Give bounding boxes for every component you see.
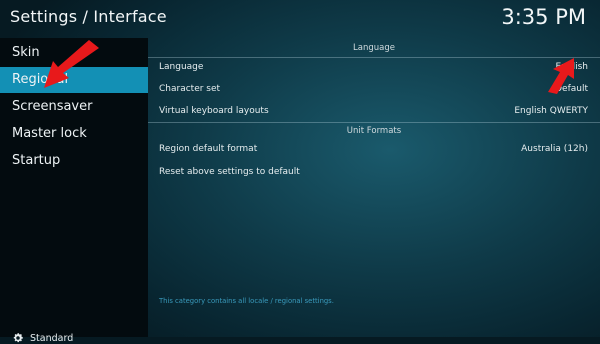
- arrow-icon: [548, 58, 574, 94]
- setting-character-set[interactable]: Character set Default: [148, 79, 600, 101]
- page-title: Settings / Interface: [10, 7, 167, 26]
- setting-label: Character set: [159, 84, 221, 94]
- header: Settings / Interface 3:35 PM: [0, 0, 600, 38]
- settings-panel: Language Language English Character set …: [148, 38, 600, 337]
- sidebar-item-screensaver[interactable]: Screensaver: [0, 94, 148, 120]
- sidebar-item-label: Startup: [12, 153, 61, 168]
- clock: 3:35 PM: [501, 5, 586, 29]
- sidebar-item-startup[interactable]: Startup: [0, 148, 148, 174]
- arrow-icon: [44, 40, 99, 88]
- gear-icon: [13, 333, 23, 343]
- section-header-unit-formats: Unit Formats: [148, 122, 600, 140]
- sidebar-item-label: Screensaver: [12, 99, 93, 114]
- setting-label: Language: [159, 62, 204, 72]
- setting-region-default-format[interactable]: Region default format Australia (12h): [148, 139, 600, 161]
- setting-reset-to-default[interactable]: Reset above settings to default: [148, 162, 600, 184]
- category-hint: This category contains all locale / regi…: [159, 297, 334, 305]
- sidebar-item-master-lock[interactable]: Master lock: [0, 121, 148, 147]
- setting-label: Region default format: [159, 144, 258, 154]
- sidebar-item-label: Master lock: [12, 126, 87, 141]
- setting-label: Reset above settings to default: [159, 167, 300, 177]
- setting-value: English QWERTY: [514, 106, 588, 116]
- setting-virtual-keyboard-layouts[interactable]: Virtual keyboard layouts English QWERTY: [148, 101, 600, 123]
- setting-value: Australia (12h): [521, 144, 588, 154]
- settings-level-label: Standard: [30, 332, 74, 344]
- settings-level-button[interactable]: Standard: [12, 332, 73, 344]
- setting-language[interactable]: Language English: [148, 57, 600, 79]
- section-header-language: Language: [148, 40, 600, 58]
- setting-label: Virtual keyboard layouts: [159, 106, 269, 116]
